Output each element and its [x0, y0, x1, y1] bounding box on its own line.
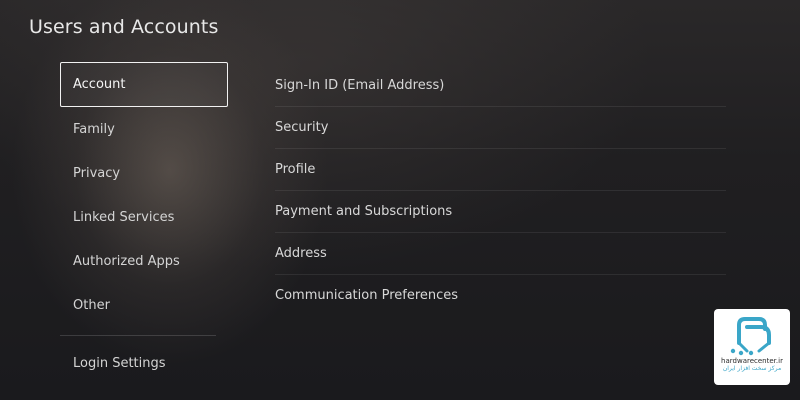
sidebar-menu: Account Family Privacy Linked Services A…: [60, 62, 228, 386]
list-item-address[interactable]: Address: [275, 233, 726, 275]
sidebar-item-label: Login Settings: [73, 356, 166, 372]
list-item-label: Payment and Subscriptions: [275, 204, 453, 219]
sidebar-item-label: Account: [73, 77, 126, 92]
sidebar-divider: [60, 334, 216, 336]
list-item-label: Address: [275, 246, 327, 261]
sidebar-item-login-settings[interactable]: Login Settings: [60, 342, 228, 386]
sidebar-item-authorized-apps[interactable]: Authorized Apps: [60, 240, 228, 284]
page-title: Users and Accounts: [29, 16, 219, 38]
list-item-communication-preferences[interactable]: Communication Preferences: [275, 275, 726, 316]
account-settings-list: Sign-In ID (Email Address) Security Prof…: [275, 65, 726, 316]
watermark-tagline-text: مرکز سخت افزار ایران: [722, 364, 782, 372]
list-item-security[interactable]: Security: [275, 107, 726, 149]
sidebar-item-label: Authorized Apps: [73, 254, 180, 270]
list-item-sign-in-id[interactable]: Sign-In ID (Email Address): [275, 65, 726, 107]
sidebar-item-label: Other: [73, 298, 110, 314]
sidebar-item-label: Privacy: [73, 165, 121, 181]
list-item-payment-subscriptions[interactable]: Payment and Subscriptions: [275, 191, 726, 233]
sidebar-item-label: Linked Services: [73, 210, 175, 226]
sidebar-item-other[interactable]: Other: [60, 284, 228, 328]
wrench-circuit-icon: [730, 317, 771, 356]
list-item-label: Profile: [275, 162, 316, 177]
list-item-label: Communication Preferences: [275, 288, 459, 303]
list-item-profile[interactable]: Profile: [275, 149, 726, 191]
watermark-logo: hardwarecenter.ir مرکز سخت افزار ایران: [714, 309, 790, 385]
list-item-label: Sign-In ID (Email Address): [275, 78, 445, 93]
sidebar-item-account[interactable]: Account: [60, 62, 228, 107]
sidebar-item-linked-services[interactable]: Linked Services: [60, 196, 228, 240]
sidebar-item-family[interactable]: Family: [60, 107, 228, 151]
sidebar-item-privacy[interactable]: Privacy: [60, 151, 228, 195]
sidebar-item-label: Family: [73, 121, 115, 137]
list-item-label: Security: [275, 120, 329, 135]
